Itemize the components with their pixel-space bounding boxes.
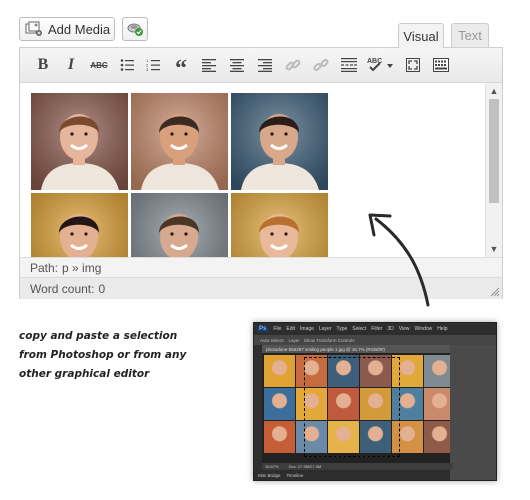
photoshop-menu-item: Type — [336, 326, 348, 332]
photoshop-menu-item: File — [273, 326, 282, 332]
svg-text:3: 3 — [146, 67, 149, 72]
caption-line-2: from Photoshop or from any — [19, 349, 187, 361]
photoshop-status-bar: 16.67% Doc: 27.9M/27.9M — [262, 463, 453, 469]
scrollbar-thumb[interactable] — [489, 99, 499, 203]
photoshop-panels — [450, 345, 496, 480]
portrait-photo — [131, 93, 228, 190]
tab-visual[interactable]: Visual — [398, 23, 444, 48]
photoshop-zoom: 16.67% — [265, 463, 279, 469]
blockquote-icon[interactable]: “ — [169, 53, 193, 81]
kitchen-sink-icon[interactable] — [429, 53, 453, 77]
photoshop-option: Show Transform Controls — [303, 337, 355, 343]
caption-line-1: copy and paste a selection — [19, 330, 178, 342]
italic-icon[interactable]: I — [59, 53, 83, 77]
bold-icon[interactable]: B — [31, 53, 55, 77]
photoshop-photo-tile — [264, 421, 295, 453]
photoshop-bottom-tabs: Mini Bridge Timeline — [254, 470, 450, 480]
photoshop-option: Layer — [288, 337, 300, 343]
photoshop-menu-item: Layer — [318, 326, 332, 332]
link-icon[interactable] — [281, 53, 305, 77]
spellcheck-icon[interactable]: ABC — [365, 53, 395, 77]
word-count-value: 0 — [98, 281, 106, 296]
photoshop-menu-item: Window — [414, 326, 433, 332]
photoshop-menu-item: Image — [300, 326, 314, 332]
photoshop-menu-item: View — [398, 326, 410, 332]
portrait-photo — [131, 193, 228, 257]
unlink-icon[interactable] — [309, 53, 333, 77]
photoshop-doc-size: Doc: 27.9M/27.9M — [288, 463, 322, 469]
add-media-button[interactable]: Add Media — [19, 17, 115, 41]
photoshop-toolbox — [254, 345, 262, 480]
numbered-list-icon[interactable]: 123 — [141, 53, 165, 77]
photoshop-photo-tile — [264, 388, 295, 420]
photoshop-options-bar: Auto-Select: Layer Show Transform Controls — [254, 335, 496, 345]
add-media-label: Add Media — [48, 21, 111, 37]
photoshop-photo-tile — [264, 355, 295, 387]
path-value[interactable]: p » img — [62, 261, 101, 275]
photoshop-photo-tile — [424, 421, 450, 453]
portrait-photo — [231, 93, 328, 190]
photoshop-menu-item: Edit — [286, 326, 296, 332]
plugin-button[interactable] — [122, 17, 148, 41]
align-center-icon[interactable] — [225, 53, 249, 77]
photoshop-doc-title: photodune-555287 smiling people 1.jpg @ … — [266, 346, 385, 352]
caption-line-3: other graphical editor — [19, 368, 150, 380]
portrait-photo — [231, 193, 328, 257]
caption: copy and paste a selection from Photosho… — [19, 327, 234, 384]
photoshop-screenshot: Ps File Edit Image Layer Type Select Filter 3D V… — [253, 322, 497, 481]
photoshop-bottom-tab: Mini Bridge — [258, 472, 281, 478]
media-icon — [25, 21, 42, 36]
photoshop-canvas — [262, 353, 450, 463]
photoshop-menubar: Ps File Edit Image Layer Type Select Filter 3D V… — [254, 323, 496, 335]
editor-scrollbar[interactable]: ▲ ▼ — [485, 83, 502, 257]
strikethrough-icon[interactable]: ABC — [87, 53, 111, 77]
path-label: Path: — [30, 261, 59, 275]
photoshop-menu-item: Select — [352, 326, 367, 332]
align-left-icon[interactable] — [197, 53, 221, 77]
photoshop-selection — [304, 357, 400, 457]
scroll-up-icon[interactable]: ▲ — [486, 84, 502, 98]
read-more-icon[interactable] — [337, 53, 361, 77]
photoshop-menu-item: 3D — [387, 326, 394, 332]
photoshop-photo-tile — [424, 388, 450, 420]
portrait-photo — [31, 193, 128, 257]
word-count-label: Word count: — [30, 281, 95, 296]
photoshop-menu-item: Filter — [371, 326, 383, 332]
photoshop-bottom-tab: Timeline — [286, 472, 304, 478]
photoshop-photo-tile — [424, 355, 450, 387]
annotation-arrow — [368, 213, 430, 307]
photoshop-document-tab: photodune-555287 smiling people 1.jpg @ … — [262, 345, 462, 353]
portrait-photo — [31, 93, 128, 190]
editor-toolbar: B I ABC 123 “ ABC — [20, 48, 502, 83]
scroll-down-icon[interactable]: ▼ — [486, 242, 502, 256]
photoshop-logo: Ps — [257, 326, 269, 332]
plugin-icon — [127, 23, 143, 36]
photoshop-option: Auto-Select: — [260, 337, 285, 343]
resize-grip-icon[interactable] — [490, 287, 500, 297]
pasted-image[interactable] — [31, 93, 330, 257]
align-right-icon[interactable] — [253, 53, 277, 77]
photoshop-menu-item: Help — [437, 326, 448, 332]
bullet-list-icon[interactable] — [115, 53, 139, 77]
fullscreen-icon[interactable] — [401, 53, 425, 77]
tab-text[interactable]: Text — [451, 23, 489, 47]
